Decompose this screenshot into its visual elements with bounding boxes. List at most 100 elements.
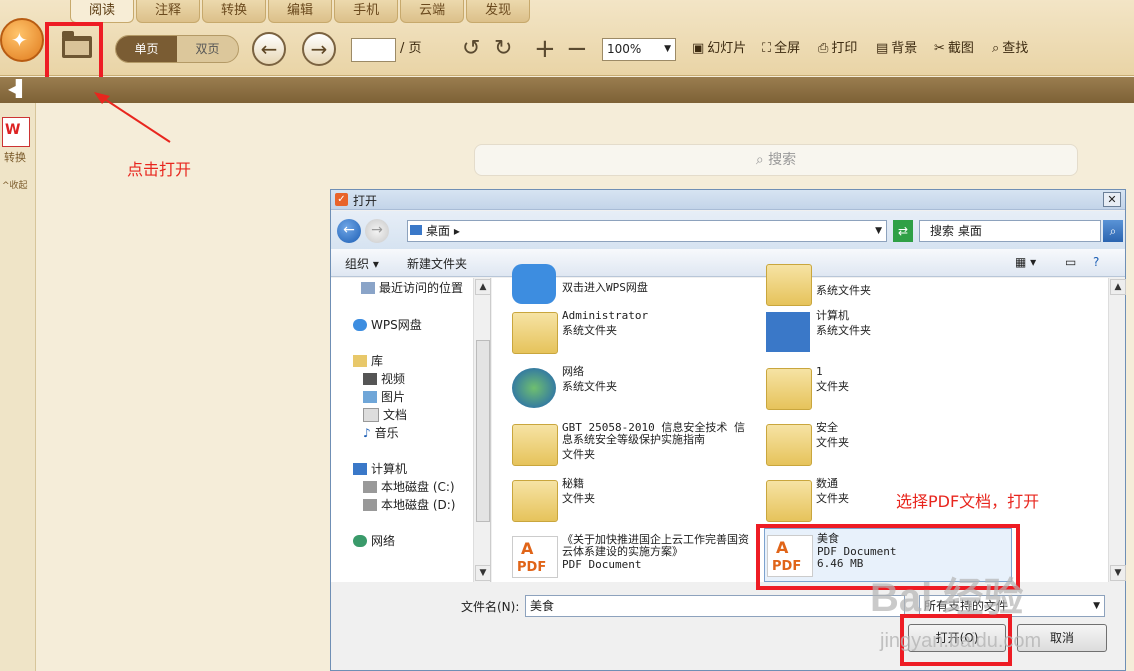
rotate-right-icon[interactable]: ↻ xyxy=(494,34,512,64)
next-page-button[interactable]: → xyxy=(302,32,336,66)
arrow-left-icon: ← xyxy=(343,222,355,238)
scroll-down-icon[interactable]: ▼ xyxy=(1110,565,1126,581)
search-icon: ⌕ xyxy=(992,41,1000,56)
print-button[interactable]: ⎙ 打印 xyxy=(818,34,857,64)
nav-library[interactable]: 库 xyxy=(353,352,383,370)
nav-drive-d[interactable]: 本地磁盘 (D:) xyxy=(363,496,455,514)
find-label: 查找 xyxy=(1002,41,1029,56)
rotate-left-icon[interactable]: ↺ xyxy=(462,34,480,64)
slideshow-label: 幻灯片 xyxy=(707,41,747,56)
app-logo[interactable]: ✦ xyxy=(0,18,44,62)
nav-documents[interactable]: 文档 xyxy=(363,406,407,424)
file-type: 文件夹 xyxy=(562,448,595,461)
nav-scrollbar[interactable]: ▲ ▼ xyxy=(473,278,491,582)
annotation-arrow xyxy=(94,92,171,143)
tab-annotate[interactable]: 注释 xyxy=(136,0,201,23)
help-icon[interactable]: ? xyxy=(1093,255,1099,269)
nav-music[interactable]: ♪ 音乐 xyxy=(363,424,399,442)
tab-read[interactable]: 阅读 xyxy=(70,0,135,23)
double-page-button[interactable]: 双页 xyxy=(177,36,238,62)
file-scrollbar[interactable]: ▲ ▼ xyxy=(1108,278,1126,582)
view-options-icon[interactable]: ▦ ▾ xyxy=(1015,255,1036,269)
file-item[interactable]: GBT 25058-2010 信息安全技术 信息系统安全等级保护实施指南 文件夹 xyxy=(512,418,752,468)
file-name: Administrator xyxy=(562,309,649,322)
collapse-sidebar-icon[interactable]: ◂▌ xyxy=(8,79,28,98)
drive-icon xyxy=(363,481,377,493)
zoom-select[interactable]: 100% ▼ xyxy=(602,38,676,61)
zoom-in-icon[interactable]: + xyxy=(534,34,556,64)
forward-button[interactable]: → xyxy=(365,219,389,243)
nav-network[interactable]: 网络 xyxy=(353,532,395,550)
slideshow-button[interactable]: ▣ 幻灯片 xyxy=(692,34,746,64)
nav-label: 视频 xyxy=(381,372,406,386)
filename-label: 文件名(N): xyxy=(461,600,520,614)
file-item[interactable]: 网络 系统文件夹 xyxy=(512,362,752,412)
refresh-icon: ⇄ xyxy=(897,224,909,238)
nav-wps-cloud[interactable]: WPS网盘 xyxy=(353,316,422,334)
scroll-down-icon[interactable]: ▼ xyxy=(475,565,491,581)
find-button[interactable]: ⌕ 查找 xyxy=(992,34,1028,64)
single-page-button[interactable]: 单页 xyxy=(116,36,177,62)
file-item[interactable]: 计算机 系统文件夹 xyxy=(766,306,1006,356)
dialog-search-button[interactable]: ⌕ xyxy=(1103,220,1123,242)
scroll-thumb[interactable] xyxy=(476,340,490,522)
nav-label: 最近访问的位置 xyxy=(379,281,464,295)
library-search-bar[interactable]: ⌕ 搜索 xyxy=(474,144,1078,176)
convert-icon[interactable]: W xyxy=(2,117,30,147)
new-folder-button[interactable]: 新建文件夹 xyxy=(407,255,467,272)
organize-label: 组织 xyxy=(345,257,370,271)
pdf-file-icon: A PDF xyxy=(512,536,558,578)
tab-convert[interactable]: 转换 xyxy=(202,0,267,23)
page-number-input[interactable] xyxy=(351,38,396,62)
file-item[interactable]: A PDF 《关于加快推进国企上云工作完善国资云体系建设的实施方案》 PDF Do… xyxy=(512,530,752,580)
music-icon: ♪ xyxy=(363,426,371,440)
file-item[interactable]: 秘籍 文件夹 xyxy=(512,474,752,524)
close-button[interactable]: ✕ xyxy=(1103,192,1121,207)
nav-computer[interactable]: 计算机 xyxy=(353,460,407,478)
nav-label: 图片 xyxy=(381,390,406,404)
collapse-label[interactable]: ^收起 xyxy=(2,178,28,191)
file-name: 计算机 xyxy=(816,309,849,322)
zoom-out-icon[interactable]: − xyxy=(566,34,588,64)
logo-icon: ✦ xyxy=(11,28,28,52)
folder-icon xyxy=(512,480,558,522)
scroll-up-icon[interactable]: ▲ xyxy=(475,279,491,295)
nav-videos[interactable]: 视频 xyxy=(363,370,405,388)
back-button[interactable]: ← xyxy=(337,219,361,243)
folder-icon xyxy=(766,424,812,466)
arrow-right-icon: → xyxy=(371,222,383,238)
nav-label: WPS网盘 xyxy=(371,318,422,332)
file-type: PDF Document xyxy=(562,558,642,571)
preview-pane-icon[interactable]: ▭ xyxy=(1065,255,1076,269)
file-item[interactable]: 系统文件夹 xyxy=(766,258,1006,308)
fullscreen-button[interactable]: ⛶ 全屏 xyxy=(762,34,800,64)
file-name: 安全 xyxy=(816,421,838,434)
organize-menu[interactable]: 组织 ▾ xyxy=(345,255,379,272)
folder-icon xyxy=(512,424,558,466)
prev-page-button[interactable]: ← xyxy=(252,32,286,66)
dialog-search-input[interactable]: 搜索 桌面 xyxy=(919,220,1101,242)
chevron-down-icon[interactable]: ▼ xyxy=(875,221,882,241)
refresh-button[interactable]: ⇄ xyxy=(893,220,913,242)
file-item[interactable]: 安全 文件夹 xyxy=(766,418,1006,468)
file-item[interactable]: Administrator 系统文件夹 xyxy=(512,306,752,356)
filename-input[interactable]: 美食 xyxy=(525,595,905,617)
tab-cloud[interactable]: 云端 xyxy=(400,0,465,23)
convert-label: 转换 xyxy=(4,151,26,164)
slideshow-icon: ▣ xyxy=(692,41,705,56)
address-bar[interactable]: 桌面 ▸ ▼ xyxy=(407,220,887,242)
user-folder-icon xyxy=(512,312,558,354)
nav-pictures[interactable]: 图片 xyxy=(363,388,405,406)
tab-discover[interactable]: 发现 xyxy=(466,0,531,23)
nav-recent-places[interactable]: 最近访问的位置 xyxy=(361,279,463,297)
background-button[interactable]: ▤ 背景 xyxy=(876,34,917,64)
tab-edit[interactable]: 编辑 xyxy=(268,0,333,23)
screenshot-button[interactable]: ✂ 截图 xyxy=(934,34,974,64)
tab-mobile[interactable]: 手机 xyxy=(334,0,399,23)
nav-drive-c[interactable]: 本地磁盘 (C:) xyxy=(363,478,455,496)
file-name: 网络 xyxy=(562,365,584,378)
file-item[interactable]: 双击进入WPS网盘 xyxy=(512,258,752,308)
scroll-up-icon[interactable]: ▲ xyxy=(1110,279,1126,295)
file-item[interactable]: 1 文件夹 xyxy=(766,362,1006,412)
library-icon xyxy=(353,355,367,367)
